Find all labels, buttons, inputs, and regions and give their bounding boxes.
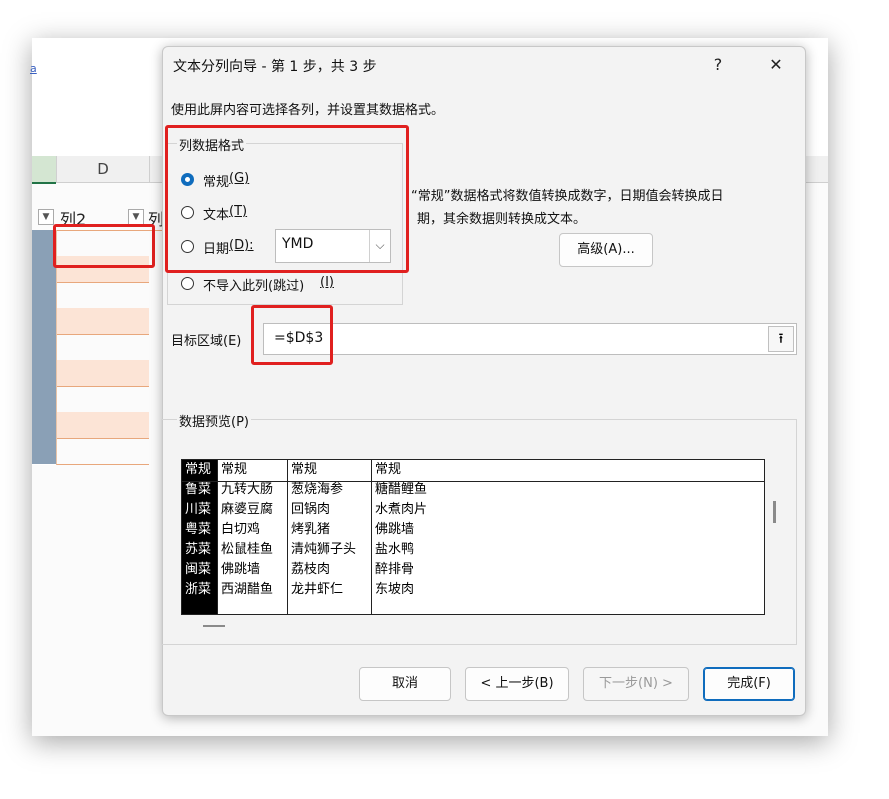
preview-label: 数据预览(P) <box>177 411 251 430</box>
column-header-d[interactable]: D <box>56 156 150 182</box>
preview-cell: 糖醋鲤鱼 <box>375 482 428 497</box>
preview-cell: 九转大肠 <box>221 482 274 497</box>
text-to-columns-dialog: 文本分列向导 - 第 1 步，共 3 步 ? ✕ 使用此屏内容可选择各列，并设置… <box>161 46 806 716</box>
cancel-button[interactable]: 取消 <box>359 667 451 701</box>
table-row[interactable] <box>32 438 149 465</box>
preview-cell: 浙菜 <box>185 582 212 597</box>
advanced-button[interactable]: 高级(A)... <box>559 233 653 267</box>
preview-cell: 苏菜 <box>185 542 212 557</box>
preview-cell: 佛跳墙 <box>375 522 415 537</box>
help-button[interactable]: ? <box>703 53 733 77</box>
radio-skip-label: 不导入此列(跳过) <box>203 279 305 294</box>
preview-cell: 醉排骨 <box>375 562 415 577</box>
preview-cell: 水煮肉片 <box>375 502 428 517</box>
radio-skip-indicator[interactable] <box>181 277 194 290</box>
preview-cell: 龙井虾仁 <box>291 582 344 597</box>
preview-cell: 川菜 <box>185 502 212 517</box>
table-row[interactable] <box>32 308 149 335</box>
instruction-text: 使用此屏内容可选择各列，并设置其数据格式。 <box>171 103 445 118</box>
back-button[interactable]: < 上一步(B) <box>465 667 569 701</box>
sheet-link[interactable]: a <box>30 62 37 75</box>
destination-label: 目标区域(E) <box>171 334 242 349</box>
highlight-box-cell <box>53 224 155 268</box>
preview-header-divider <box>182 460 764 482</box>
preview-cell: 清炖狮子头 <box>291 542 357 557</box>
destination-input[interactable]: =$D$3 ⭱ <box>263 323 797 355</box>
preview-horizontal-scrollbar[interactable] <box>203 625 225 627</box>
preview-cell: 麻婆豆腐 <box>221 502 274 517</box>
preview-cell: 粤菜 <box>185 522 212 537</box>
preview-column[interactable]: 常规 九转大肠 麻婆豆腐 白切鸡 松鼠桂鱼 佛跳墙 西湖醋鱼 <box>218 460 288 614</box>
table-row[interactable] <box>32 386 149 413</box>
preview-cell: 白切鸡 <box>221 522 261 537</box>
preview-cell: 葱烧海参 <box>291 482 344 497</box>
preview-column[interactable]: 常规 鲁菜 川菜 粤菜 苏菜 闽菜 浙菜 <box>182 460 218 614</box>
table-row[interactable] <box>32 282 149 309</box>
table-row[interactable] <box>32 412 149 439</box>
preview-cell: 松鼠桂鱼 <box>221 542 274 557</box>
preview-cell: 回锅肉 <box>291 502 331 517</box>
preview-column[interactable]: 常规 糖醋鲤鱼 水煮肉片 佛跳墙 盐水鸭 醉排骨 东坡肉 <box>372 460 764 614</box>
next-button[interactable]: 下一步(N) > <box>583 667 689 701</box>
format-description-line-1: “常规”数据格式将数值转换成数字，日期值会转换成日 <box>411 189 724 204</box>
preview-cell: 烤乳猪 <box>291 522 331 537</box>
preview-cell: 佛跳墙 <box>221 562 261 577</box>
preview-cell: 盐水鸭 <box>375 542 415 557</box>
format-description-line-2: 期，其余数据则转换成文本。 <box>417 212 587 227</box>
column-header-selected[interactable] <box>32 156 56 184</box>
table-row[interactable] <box>32 360 149 387</box>
preview-cell: 东坡肉 <box>375 582 415 597</box>
highlight-box-destination <box>251 305 333 365</box>
data-preview-table[interactable]: 常规 鲁菜 川菜 粤菜 苏菜 闽菜 浙菜 常规 九转大肠 麻婆豆腐 白切鸡 松鼠… <box>181 459 765 615</box>
preview-column[interactable]: 常规 葱烧海参 回锅肉 烤乳猪 清炖狮子头 荔枝肉 龙井虾仁 <box>288 460 372 614</box>
highlight-box-format <box>165 125 409 273</box>
preview-vertical-scrollbar[interactable] <box>773 501 776 523</box>
preview-cell: 荔枝肉 <box>291 562 331 577</box>
collapse-dialog-icon[interactable]: ⭱ <box>768 326 794 352</box>
preview-cell: 鲁菜 <box>185 482 212 497</box>
radio-skip-key: (I) <box>320 275 334 290</box>
finish-button[interactable]: 完成(F) <box>703 667 795 701</box>
close-button[interactable]: ✕ <box>761 53 791 77</box>
preview-cell: 西湖醋鱼 <box>221 582 274 597</box>
filter-dropdown-icon[interactable]: ▼ <box>128 209 144 225</box>
preview-cell: 闽菜 <box>185 562 212 577</box>
dialog-title: 文本分列向导 - 第 1 步，共 3 步 <box>173 59 377 75</box>
table-row[interactable] <box>32 334 149 361</box>
filter-dropdown-icon[interactable]: ▼ <box>38 209 54 225</box>
